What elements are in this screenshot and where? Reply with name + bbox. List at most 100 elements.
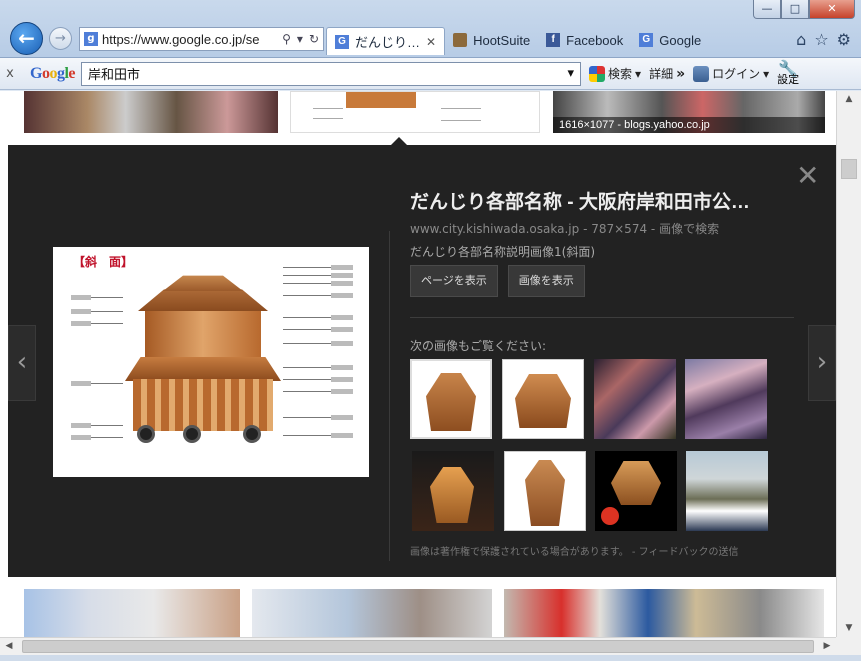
scrollbar-thumb[interactable] bbox=[22, 640, 814, 653]
gear-icon[interactable]: ⚙ bbox=[837, 30, 851, 49]
related-image[interactable] bbox=[410, 359, 492, 439]
arrow-right-icon: → bbox=[55, 31, 66, 46]
scrollbar-thumb[interactable] bbox=[841, 159, 857, 179]
tab-hootsuite[interactable]: HootSuite bbox=[445, 27, 538, 53]
chevron-left-icon: ‹ bbox=[16, 347, 28, 377]
toolbar-login-button[interactable]: ログイン ▾ bbox=[693, 65, 769, 82]
result-thumbnail[interactable]: 1616×1077 - blogs.yahoo.co.jp bbox=[553, 91, 825, 133]
chevron-right-icon: › bbox=[816, 347, 828, 377]
copyright-notice[interactable]: 画像は著作権で保護されている場合があります。 - フィードバックの送信 bbox=[410, 543, 738, 558]
more-label: 詳細 bbox=[649, 67, 674, 81]
related-image[interactable] bbox=[504, 451, 586, 531]
tab-google[interactable]: G Google bbox=[631, 27, 709, 53]
image-preview[interactable]: 【斜 面】 bbox=[53, 247, 369, 477]
next-image-button[interactable]: › bbox=[808, 325, 836, 401]
preview-title: 【斜 面】 bbox=[73, 255, 134, 269]
google-logo: Google bbox=[30, 64, 76, 82]
google-favicon-icon: G bbox=[335, 34, 349, 49]
scroll-down-icon[interactable]: ▼ bbox=[837, 620, 861, 637]
image-domain: www.city.kishiwada.osaka.jp bbox=[410, 222, 580, 236]
toolbar-more-button[interactable]: 詳細 » bbox=[649, 65, 685, 82]
minimize-button[interactable]: — bbox=[753, 0, 781, 19]
result-thumbnail-selected[interactable] bbox=[290, 91, 540, 133]
tab-facebook[interactable]: f Facebook bbox=[538, 27, 631, 53]
related-image[interactable] bbox=[685, 359, 767, 439]
tab-strip: G だんじり… ✕ HootSuite f Facebook G Google bbox=[326, 27, 709, 55]
address-bar[interactable]: g https://www.google.co.jp/se ⚲ ▾ ↻ bbox=[79, 27, 324, 51]
scroll-up-icon[interactable]: ▲ bbox=[837, 91, 861, 108]
google-search-icon bbox=[589, 65, 606, 82]
chevron-down-icon[interactable]: ▾ bbox=[567, 66, 574, 81]
hootsuite-favicon-icon bbox=[453, 33, 468, 47]
related-image[interactable] bbox=[502, 359, 584, 439]
image-description: だんじり各部名称説明画像1(斜面) bbox=[410, 245, 595, 259]
result-thumbnail[interactable] bbox=[24, 589, 240, 637]
related-image[interactable] bbox=[412, 451, 494, 531]
previous-image-button[interactable]: ‹ bbox=[8, 325, 36, 401]
tab-label: だんじり… bbox=[355, 35, 421, 50]
related-images-label: 次の画像もご覧ください: bbox=[410, 339, 547, 353]
image-size: 787×574 bbox=[591, 222, 648, 236]
close-toolbar-icon[interactable]: x bbox=[0, 66, 20, 81]
related-image[interactable] bbox=[686, 451, 768, 531]
scroll-right-icon[interactable]: ▶ bbox=[818, 638, 836, 655]
status-bar bbox=[0, 655, 861, 661]
danjiri-cart-image bbox=[123, 275, 283, 450]
image-info: だんじり各部名称 - 大阪府岸和田市公… www.city.kishiwada.… bbox=[410, 187, 800, 260]
facebook-favicon-icon: f bbox=[546, 33, 561, 47]
related-images-grid bbox=[410, 359, 770, 531]
part-label-lines-left bbox=[71, 295, 123, 457]
home-icon[interactable]: ⌂ bbox=[796, 30, 806, 49]
wrench-icon: 🔧 bbox=[778, 58, 799, 78]
image-search-results: 1616×1077 - blogs.yahoo.co.jp ‹ › ✕ 【斜 面… bbox=[0, 91, 836, 637]
favorites-star-icon[interactable]: ☆ bbox=[814, 30, 828, 49]
scrollbar-corner bbox=[836, 637, 861, 655]
related-image[interactable] bbox=[595, 451, 677, 531]
view-image-button[interactable]: 画像を表示 bbox=[507, 265, 585, 297]
close-tab-icon[interactable]: ✕ bbox=[426, 35, 436, 49]
thumbnail-caption: 1616×1077 - blogs.yahoo.co.jp bbox=[553, 117, 825, 133]
chevron-down-icon: ▾ bbox=[635, 66, 642, 81]
thumbnail-row-bottom bbox=[0, 589, 836, 637]
panel-divider bbox=[389, 231, 390, 561]
toolbar-settings-button[interactable]: 🔧 設定 bbox=[777, 58, 800, 86]
chevron-down-icon[interactable]: ▾ bbox=[297, 32, 303, 46]
tab-label: Google bbox=[659, 32, 702, 48]
result-thumbnail[interactable] bbox=[252, 589, 492, 637]
search-icon[interactable]: ⚲ bbox=[282, 32, 291, 46]
google-toolbar: x Google 岸和田市 ▾ 検索 ▾ 詳細 » ログイン ▾ 🔧 設定 bbox=[0, 58, 861, 90]
forward-button[interactable]: → bbox=[49, 27, 72, 50]
double-chevron-icon: » bbox=[676, 65, 686, 82]
action-buttons: ページを表示 画像を表示 bbox=[410, 265, 585, 297]
result-thumbnail[interactable] bbox=[24, 91, 278, 133]
toolbar-search-button[interactable]: 検索 ▾ bbox=[589, 65, 641, 82]
settings-label: 設定 bbox=[777, 72, 800, 86]
search-by-image-link[interactable]: 画像で検索 bbox=[659, 222, 719, 236]
address-url[interactable]: https://www.google.co.jp/se bbox=[102, 32, 278, 47]
tab-label: Facebook bbox=[566, 32, 624, 48]
image-title[interactable]: だんじり各部名称 - 大阪府岸和田市公… bbox=[410, 187, 800, 214]
result-thumbnail[interactable] bbox=[504, 589, 824, 637]
vertical-scrollbar[interactable]: ▲ ▼ bbox=[836, 91, 861, 637]
toolbar-search-query[interactable]: 岸和田市 bbox=[88, 64, 140, 83]
window-controls: — □ ✕ bbox=[753, 0, 855, 19]
browser-titlebar: — □ ✕ ← → g https://www.google.co.jp/se … bbox=[0, 0, 861, 58]
scroll-left-icon[interactable]: ◀ bbox=[0, 638, 18, 655]
related-image[interactable] bbox=[594, 359, 676, 439]
user-icon bbox=[693, 65, 710, 82]
arrow-left-icon: ← bbox=[18, 26, 35, 50]
maximize-button[interactable]: □ bbox=[781, 0, 809, 19]
google-favicon-icon: g bbox=[84, 32, 98, 46]
chevron-down-icon: ▾ bbox=[763, 66, 770, 81]
horizontal-scrollbar[interactable]: ◀ ▶ bbox=[0, 637, 836, 655]
view-page-button[interactable]: ページを表示 bbox=[410, 265, 498, 297]
close-window-button[interactable]: ✕ bbox=[809, 0, 855, 19]
toolbar-search-input[interactable]: 岸和田市 ▾ bbox=[81, 61, 582, 86]
login-label: ログイン bbox=[712, 67, 761, 81]
refresh-icon[interactable]: ↻ bbox=[309, 32, 319, 46]
tab-label: HootSuite bbox=[473, 32, 531, 48]
tab-danjiri[interactable]: G だんじり… ✕ bbox=[326, 27, 446, 55]
close-panel-button[interactable]: ✕ bbox=[796, 162, 819, 190]
google-favicon-icon: G bbox=[639, 33, 654, 47]
back-button[interactable]: ← bbox=[10, 22, 43, 55]
